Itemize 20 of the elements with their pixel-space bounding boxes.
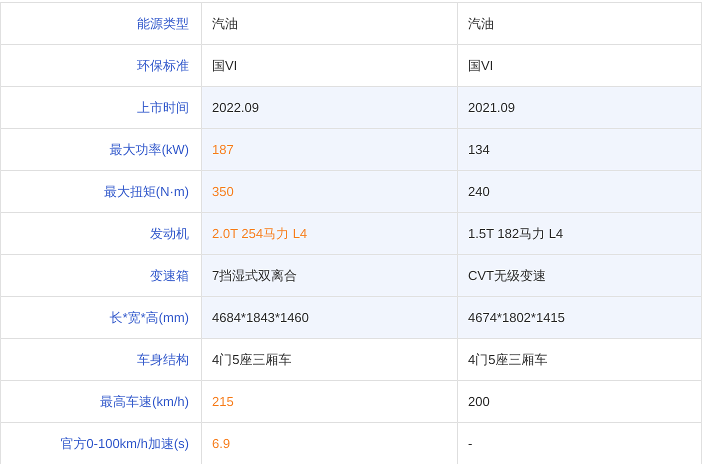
table-cell: 4684*1843*1460 xyxy=(202,297,458,339)
table-cell: 2021.09 xyxy=(458,87,702,129)
table-cell: 汽油 xyxy=(202,3,458,45)
table-cell: 汽油 xyxy=(458,3,702,45)
table-cell: 4674*1802*1415 xyxy=(458,297,702,339)
table-cell: 国VI xyxy=(458,45,702,87)
table-cell: 4门5座三厢车 xyxy=(458,339,702,381)
table-cell: 7挡湿式双离合 xyxy=(202,255,458,297)
table-cell: 350 xyxy=(202,171,458,213)
table-cell: 2022.09 xyxy=(202,87,458,129)
table-cell: CVT无级变速 xyxy=(458,255,702,297)
table-cell: 240 xyxy=(458,171,702,213)
table-cell: 187 xyxy=(202,129,458,171)
table-cell: 国VI xyxy=(202,45,458,87)
table-cell: 134 xyxy=(458,129,702,171)
table-cell: 2.0T 254马力 L4 xyxy=(202,213,458,255)
table-cell: 200 xyxy=(458,381,702,423)
table-cell: 4门5座三厢车 xyxy=(202,339,458,381)
table-cell: 215 xyxy=(202,381,458,423)
table-cell: 1.5T 182马力 L4 xyxy=(458,213,702,255)
